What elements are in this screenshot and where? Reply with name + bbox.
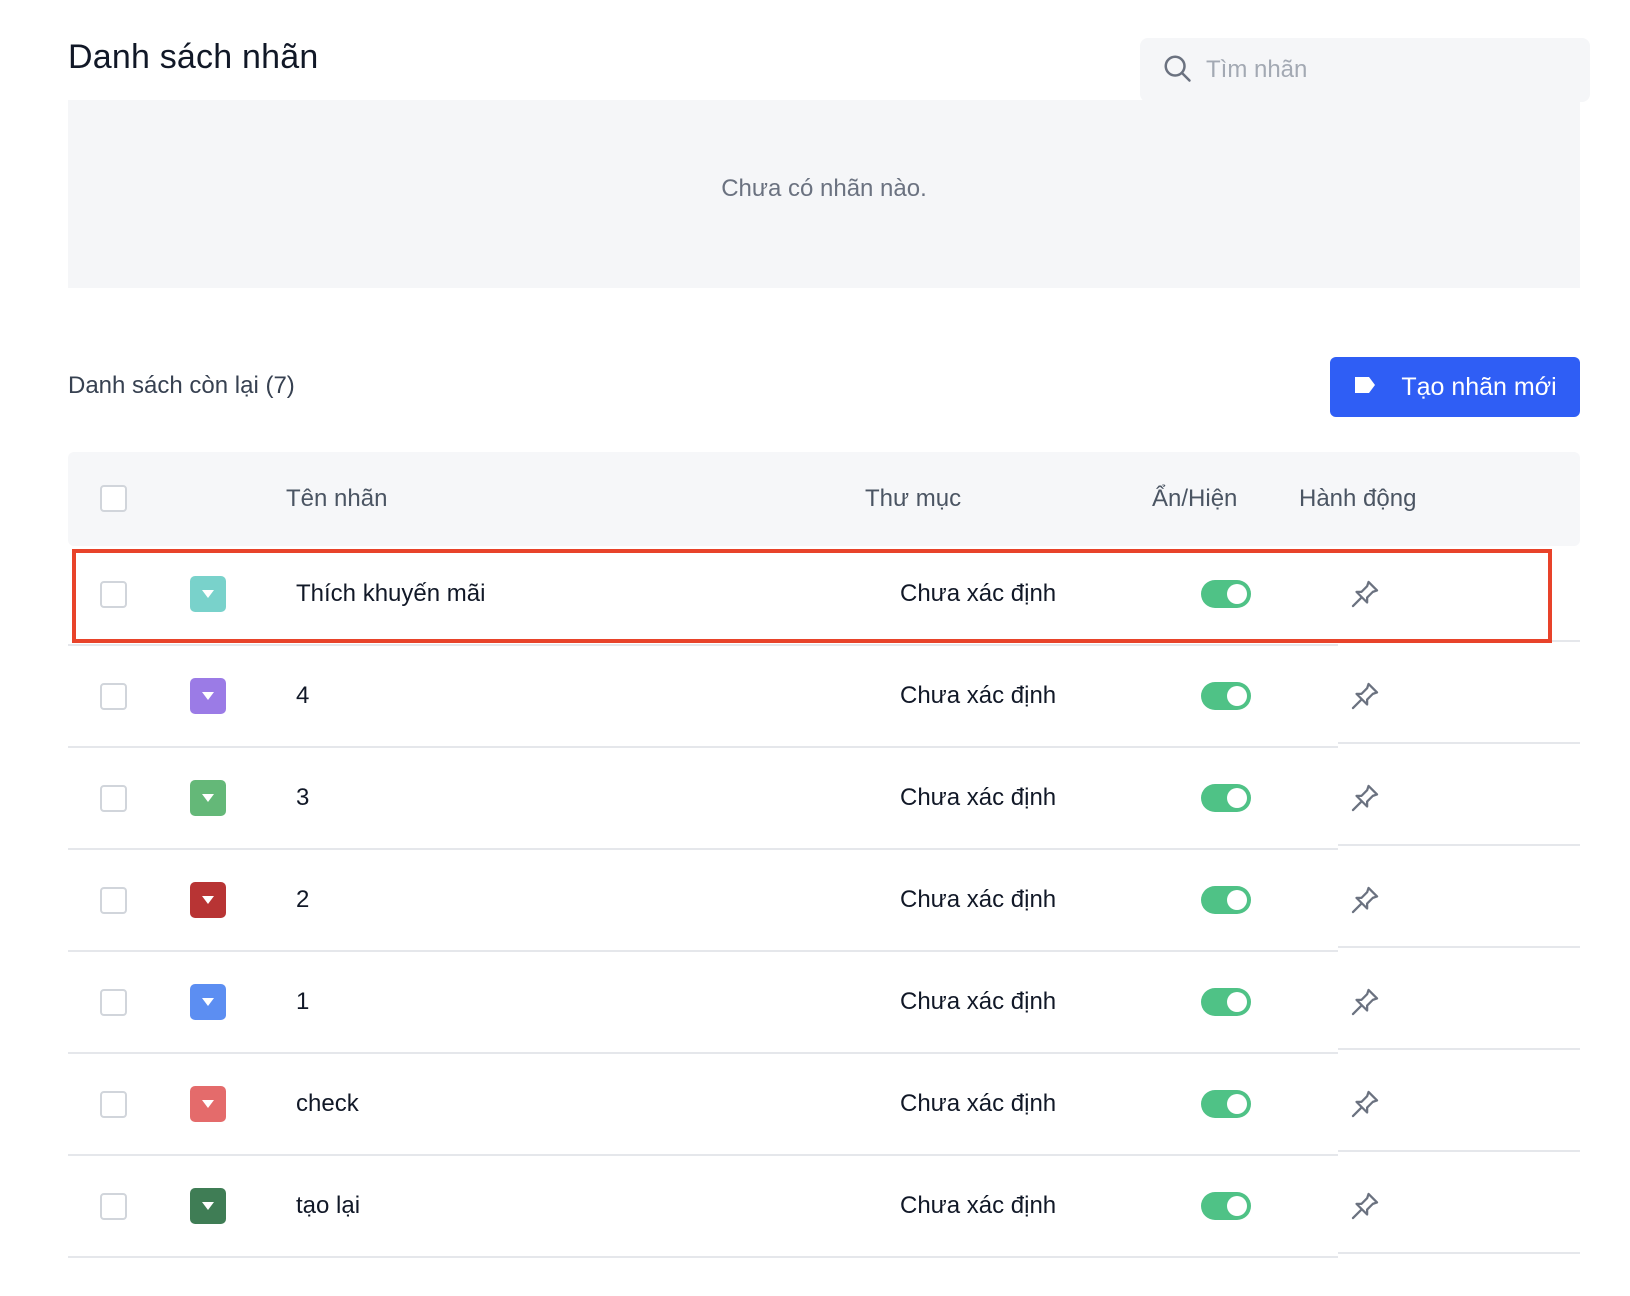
visibility-toggle[interactable] [1201, 988, 1251, 1016]
row-divider [68, 1256, 1338, 1258]
label-folder: Chưa xác định [900, 988, 1057, 1015]
label-folder: Chưa xác định [900, 1192, 1057, 1219]
search-input[interactable] [1206, 56, 1566, 84]
table-row[interactable]: 3 Chưa xác định [68, 748, 1580, 850]
labels-page: Danh sách nhãn Chưa có nhãn nào. Danh sá… [0, 0, 1630, 1296]
label-color-swatch[interactable] [190, 882, 226, 918]
caret-down-icon [201, 1099, 215, 1109]
row-divider [1338, 742, 1580, 744]
caret-down-icon [201, 997, 215, 1007]
column-header-visibility: Ẩn/Hiện [1152, 485, 1238, 512]
toggle-knob [1227, 890, 1247, 910]
label-color-swatch[interactable] [190, 576, 226, 612]
visibility-toggle[interactable] [1201, 682, 1251, 710]
pin-icon[interactable] [1348, 577, 1382, 611]
toggle-knob [1227, 584, 1247, 604]
pin-icon[interactable] [1348, 883, 1382, 917]
label-color-swatch[interactable] [190, 1188, 226, 1224]
pin-icon[interactable] [1348, 1189, 1382, 1223]
empty-state-message: Chưa có nhãn nào. [721, 175, 927, 202]
column-header-actions: Hành động [1299, 485, 1417, 512]
label-folder: Chưa xác định [900, 580, 1057, 607]
select-all-checkbox[interactable] [100, 485, 127, 512]
table-row[interactable]: 2 Chưa xác định [68, 850, 1580, 952]
column-header-folder: Thư mục [865, 485, 962, 512]
row-divider [1338, 1252, 1580, 1254]
label-name: check [296, 1090, 359, 1117]
table-row[interactable]: Thích khuyến mãi Chưa xác định [68, 544, 1580, 646]
toggle-knob [1227, 788, 1247, 808]
row-checkbox[interactable] [100, 1193, 127, 1220]
row-divider [1338, 1048, 1580, 1050]
pin-icon[interactable] [1348, 679, 1382, 713]
label-color-swatch[interactable] [190, 678, 226, 714]
row-checkbox[interactable] [100, 785, 127, 812]
label-name: 1 [296, 988, 310, 1015]
table-row[interactable]: tạo lại Chưa xác định [68, 1156, 1580, 1258]
row-checkbox[interactable] [100, 1091, 127, 1118]
caret-down-icon [201, 793, 215, 803]
label-name: 3 [296, 784, 310, 811]
column-header-name: Tên nhãn [286, 485, 388, 512]
visibility-toggle[interactable] [1201, 784, 1251, 812]
section-title: Danh sách còn lại (7) [68, 372, 295, 399]
row-checkbox[interactable] [100, 887, 127, 914]
label-folder: Chưa xác định [900, 1090, 1057, 1117]
visibility-toggle[interactable] [1201, 1192, 1251, 1220]
label-color-swatch[interactable] [190, 780, 226, 816]
row-divider [1338, 640, 1580, 642]
empty-state-panel: Chưa có nhãn nào. [68, 100, 1580, 288]
table-row[interactable]: 4 Chưa xác định [68, 646, 1580, 748]
search-icon [1162, 53, 1192, 88]
label-name: Thích khuyến mãi [296, 580, 486, 607]
label-folder: Chưa xác định [900, 682, 1057, 709]
tag-icon [1353, 373, 1377, 402]
toggle-knob [1227, 992, 1247, 1012]
search-box[interactable] [1140, 38, 1590, 102]
create-label-button[interactable]: Tạo nhãn mới [1330, 357, 1580, 417]
row-divider [1338, 844, 1580, 846]
pin-icon[interactable] [1348, 781, 1382, 815]
caret-down-icon [201, 589, 215, 599]
page-title: Danh sách nhãn [68, 38, 319, 76]
table-header: Tên nhãn Thư mục Ẩn/Hiện Hành động [68, 452, 1580, 546]
pin-icon[interactable] [1348, 1087, 1382, 1121]
toggle-knob [1227, 1196, 1247, 1216]
label-folder: Chưa xác định [900, 784, 1057, 811]
visibility-toggle[interactable] [1201, 886, 1251, 914]
row-checkbox[interactable] [100, 581, 127, 608]
label-name: 4 [296, 682, 310, 709]
pin-icon[interactable] [1348, 985, 1382, 1019]
label-color-swatch[interactable] [190, 984, 226, 1020]
visibility-toggle[interactable] [1201, 1090, 1251, 1118]
row-divider [1338, 1150, 1580, 1152]
table-row[interactable]: 1 Chưa xác định [68, 952, 1580, 1054]
caret-down-icon [201, 895, 215, 905]
visibility-toggle[interactable] [1201, 580, 1251, 608]
label-name: tạo lại [296, 1192, 361, 1219]
toggle-knob [1227, 686, 1247, 706]
table-row[interactable]: check Chưa xác định [68, 1054, 1580, 1156]
label-name: 2 [296, 886, 310, 913]
row-divider [1338, 946, 1580, 948]
caret-down-icon [201, 691, 215, 701]
row-checkbox[interactable] [100, 683, 127, 710]
create-label-button-text: Tạo nhãn mới [1401, 372, 1557, 401]
label-color-swatch[interactable] [190, 1086, 226, 1122]
toggle-knob [1227, 1094, 1247, 1114]
caret-down-icon [201, 1201, 215, 1211]
row-checkbox[interactable] [100, 989, 127, 1016]
label-folder: Chưa xác định [900, 886, 1057, 913]
